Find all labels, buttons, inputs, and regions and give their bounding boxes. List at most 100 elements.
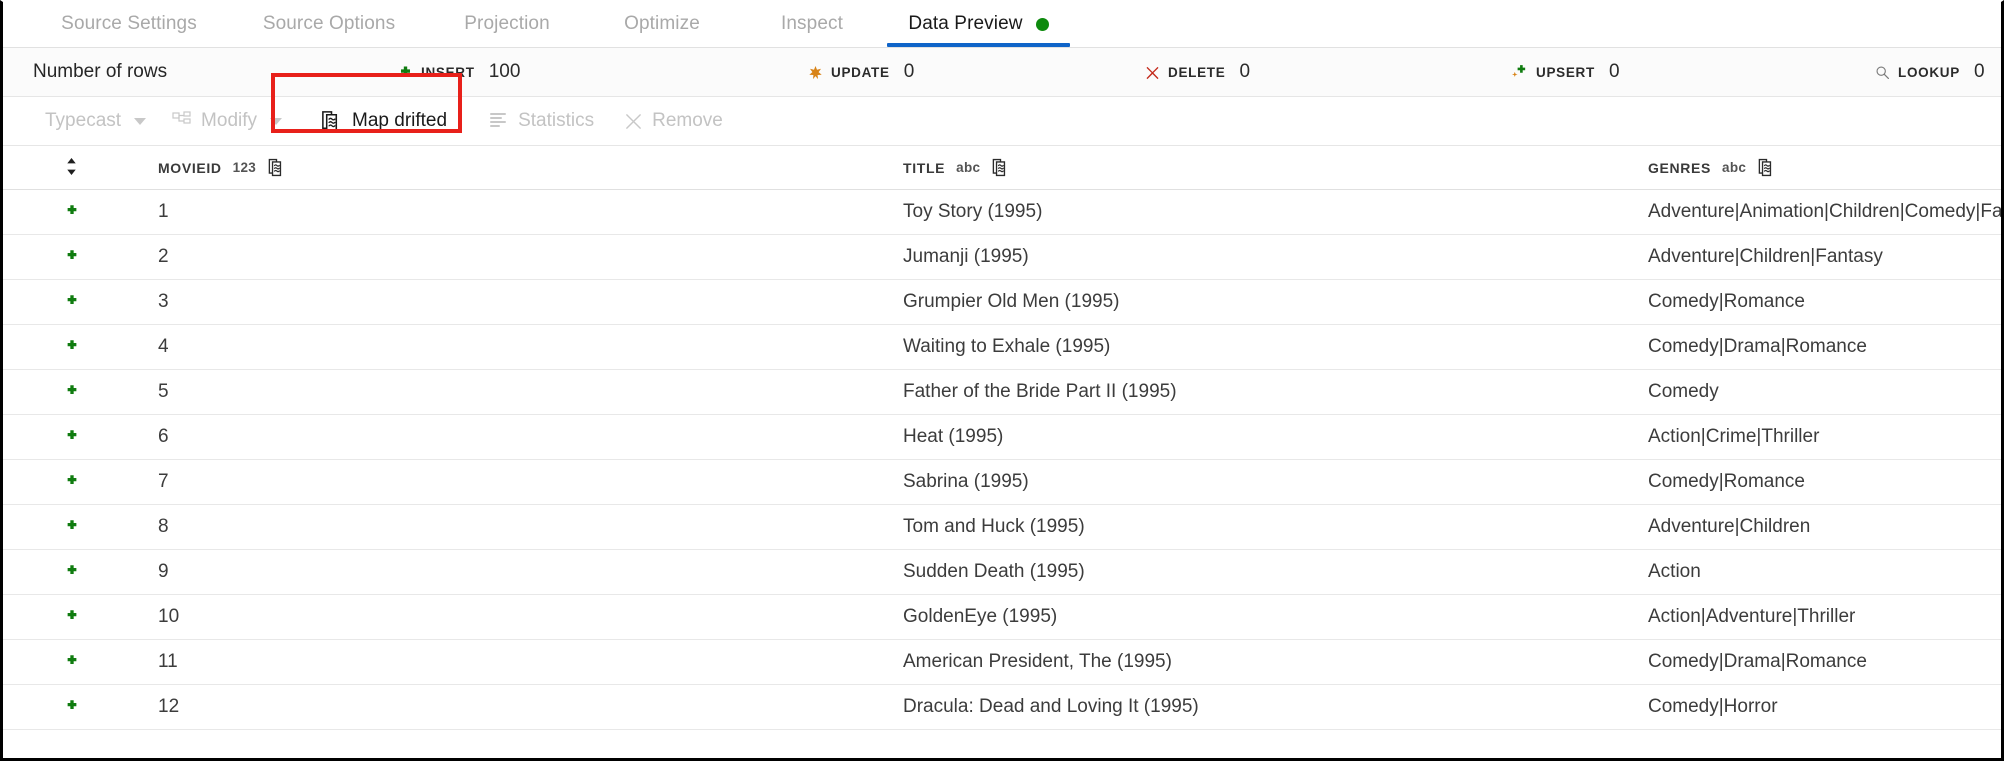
- cell-title: Dracula: Dead and Loving It (1995): [903, 696, 1648, 718]
- cell-movieid: 2: [158, 246, 903, 268]
- typecast-button[interactable]: Typecast: [45, 106, 146, 136]
- map-drifted-icon[interactable]: [267, 158, 286, 177]
- tab-optimize[interactable]: Optimize: [587, 1, 737, 47]
- table-row[interactable]: 10GoldenEye (1995)Action|Adventure|Thril…: [3, 595, 2001, 640]
- chevron-down-icon: [134, 118, 146, 125]
- tab-label: Optimize: [624, 13, 700, 35]
- tab-projection[interactable]: Projection: [427, 1, 587, 47]
- close-icon: [624, 112, 643, 131]
- tab-strip: Source Settings Source Options Projectio…: [3, 2, 2001, 48]
- row-insert-marker: [3, 653, 158, 672]
- stat-value: 0: [1974, 61, 1985, 83]
- table-row[interactable]: 3Grumpier Old Men (1995)Comedy|Romance: [3, 280, 2001, 325]
- row-insert-marker: [3, 203, 158, 222]
- table-row[interactable]: 6Heat (1995)Action|Crime|Thriller: [3, 415, 2001, 460]
- lookup-search-icon: [1875, 65, 1890, 80]
- update-star-icon: [808, 65, 823, 80]
- column-header-movieid[interactable]: MOVIEID 123: [158, 158, 903, 177]
- cell-title: Father of the Bride Part II (1995): [903, 381, 1648, 403]
- insert-plus-icon: [65, 698, 79, 717]
- map-drifted-button[interactable]: Map drifted: [320, 106, 447, 137]
- insert-plus-icon: [65, 653, 79, 672]
- tab-label: Projection: [464, 13, 550, 35]
- modify-label: Modify: [201, 110, 257, 132]
- tab-source-options[interactable]: Source Options: [231, 1, 427, 47]
- cell-movieid: 5: [158, 381, 903, 403]
- tab-inspect[interactable]: Inspect: [737, 1, 887, 47]
- map-drifted-icon[interactable]: [1757, 158, 1776, 177]
- row-insert-marker: [3, 563, 158, 582]
- cell-genres: Comedy|Romance: [1648, 471, 2001, 493]
- remove-button[interactable]: Remove: [624, 106, 723, 136]
- chevron-down-icon: [270, 118, 282, 125]
- stat-value: 0: [1609, 61, 1620, 83]
- cell-movieid: 3: [158, 291, 903, 313]
- upsert-icon: [1511, 64, 1528, 81]
- insert-plus-icon: [398, 65, 413, 80]
- table-row[interactable]: 4Waiting to Exhale (1995)Comedy|Drama|Ro…: [3, 325, 2001, 370]
- table-row[interactable]: 2Jumanji (1995)Adventure|Children|Fantas…: [3, 235, 2001, 280]
- row-insert-marker: [3, 473, 158, 492]
- cell-movieid: 8: [158, 516, 903, 538]
- insert-plus-icon: [65, 338, 79, 357]
- row-insert-marker: [3, 518, 158, 537]
- tab-label: Inspect: [781, 13, 843, 35]
- cell-movieid: 10: [158, 606, 903, 628]
- stat-label: DELETE: [1168, 65, 1225, 80]
- cell-movieid: 9: [158, 561, 903, 583]
- table-row[interactable]: 1Toy Story (1995)Adventure|Animation|Chi…: [3, 190, 2001, 235]
- cell-genres: Action: [1648, 561, 2001, 583]
- insert-plus-icon: [65, 203, 79, 222]
- stat-label: UPSERT: [1536, 65, 1595, 80]
- row-insert-marker: [3, 338, 158, 357]
- cell-movieid: 11: [158, 651, 903, 673]
- sort-toggle[interactable]: [3, 157, 158, 179]
- table-row[interactable]: 8Tom and Huck (1995)Adventure|Children: [3, 505, 2001, 550]
- modify-button[interactable]: Modify: [172, 106, 282, 136]
- sort-updown-icon: [65, 157, 78, 179]
- stat-lookup: LOOKUP 0: [1875, 61, 1985, 83]
- column-type: 123: [233, 160, 256, 175]
- stat-label: LOOKUP: [1898, 65, 1960, 80]
- cell-title: Heat (1995): [903, 426, 1648, 448]
- table-row[interactable]: 11American President, The (1995)Comedy|D…: [3, 640, 2001, 685]
- data-preview-grid: MOVIEID 123 TITLE abc: [3, 146, 2001, 730]
- row-insert-marker: [3, 698, 158, 717]
- column-type: abc: [956, 160, 980, 175]
- tab-source-settings[interactable]: Source Settings: [27, 1, 231, 47]
- stat-value: 0: [904, 61, 915, 83]
- cell-title: American President, The (1995): [903, 651, 1648, 673]
- cell-title: Waiting to Exhale (1995): [903, 336, 1648, 358]
- column-header-title[interactable]: TITLE abc: [903, 158, 1648, 177]
- table-row[interactable]: 9Sudden Death (1995)Action: [3, 550, 2001, 595]
- cell-genres: Adventure|Children|Fantasy: [1648, 246, 2001, 268]
- tab-data-preview[interactable]: Data Preview: [887, 1, 1070, 47]
- statistics-label: Statistics: [518, 110, 594, 132]
- row-insert-marker: [3, 608, 158, 627]
- stat-delete: DELETE 0: [1145, 61, 1250, 83]
- row-insert-marker: [3, 248, 158, 267]
- table-row[interactable]: 7Sabrina (1995)Comedy|Romance: [3, 460, 2001, 505]
- table-row[interactable]: 12Dracula: Dead and Loving It (1995)Come…: [3, 685, 2001, 730]
- insert-plus-icon: [65, 428, 79, 447]
- cell-genres: Action|Crime|Thriller: [1648, 426, 2001, 448]
- cell-movieid: 12: [158, 696, 903, 718]
- column-toolbar: Typecast Modify: [3, 97, 2001, 146]
- stat-label: UPDATE: [831, 65, 890, 80]
- statistics-button[interactable]: Statistics: [489, 106, 594, 136]
- insert-plus-icon: [65, 383, 79, 402]
- stats-title: Number of rows: [33, 61, 167, 83]
- map-drifted-icon: [320, 110, 343, 133]
- typecast-label: Typecast: [45, 110, 121, 132]
- remove-label: Remove: [652, 110, 723, 132]
- statistics-icon: [489, 111, 509, 131]
- table-row[interactable]: 5Father of the Bride Part II (1995)Comed…: [3, 370, 2001, 415]
- column-header-genres[interactable]: GENRES abc: [1648, 158, 2001, 177]
- stat-update: UPDATE 0: [808, 61, 914, 83]
- status-dot-icon: [1036, 18, 1049, 31]
- insert-plus-icon: [65, 473, 79, 492]
- cell-genres: Comedy|Romance: [1648, 291, 2001, 313]
- cell-genres: Comedy|Drama|Romance: [1648, 336, 2001, 358]
- delete-x-icon: [1145, 65, 1160, 80]
- map-drifted-icon[interactable]: [991, 158, 1010, 177]
